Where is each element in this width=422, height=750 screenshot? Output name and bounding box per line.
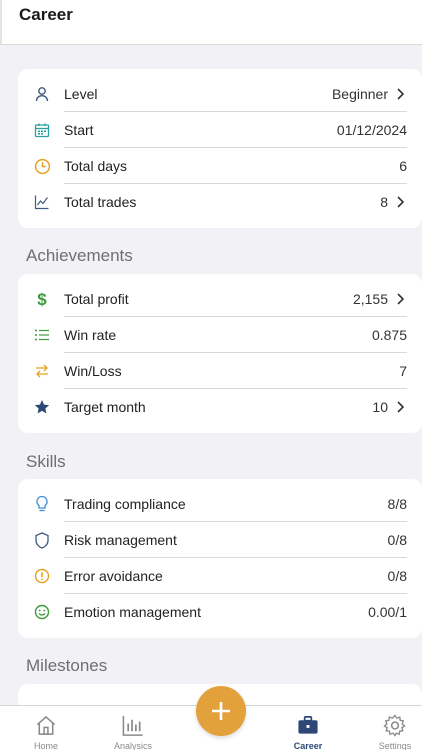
smile-icon xyxy=(33,603,51,621)
risk-management-row: Risk management 0/8 xyxy=(18,522,422,558)
target-month-label: Target month xyxy=(64,399,146,415)
total-profit-label: Total profit xyxy=(64,291,129,307)
achievements-heading: Achievements xyxy=(26,246,133,265)
alert-icon xyxy=(33,567,51,585)
skills-card: Trading compliance 8/8 Risk management 0… xyxy=(18,479,422,638)
nav-career[interactable]: Career xyxy=(273,706,343,750)
clock-icon xyxy=(33,157,51,175)
total-days-label: Total days xyxy=(64,158,128,174)
emotion-management-row: Emotion management 0.00/1 xyxy=(18,594,422,630)
dollar-icon: $ xyxy=(33,290,51,308)
nav-career-label: Career xyxy=(293,741,323,750)
nav-settings-label: Settings xyxy=(378,741,412,750)
total-trades-value: 8 xyxy=(380,194,388,210)
total-days-value: 6 xyxy=(399,158,407,174)
chevron-right-icon xyxy=(397,88,405,100)
trading-compliance-value: 8/8 xyxy=(387,496,407,512)
error-avoidance-label: Error avoidance xyxy=(64,568,163,584)
level-label: Level xyxy=(64,86,98,102)
level-row[interactable]: Level Beginner xyxy=(18,76,422,112)
gear-icon xyxy=(383,714,406,737)
user-icon xyxy=(33,85,51,103)
start-row: Start 01/12/2024 xyxy=(18,112,422,148)
nav-home-label: Home xyxy=(33,741,58,750)
plus-icon xyxy=(212,702,230,720)
career-card: Level Beginner Start 01/12/2024 Total da… xyxy=(18,69,422,228)
start-label: Start xyxy=(64,122,94,138)
home-icon xyxy=(36,715,56,735)
chevron-right-icon xyxy=(397,401,405,413)
win-loss-value: 7 xyxy=(399,363,407,379)
chart-line-icon xyxy=(33,193,51,211)
total-profit-row[interactable]: $ Total profit 2,155 xyxy=(18,281,422,317)
total-trades-label: Total trades xyxy=(64,194,137,210)
milestones-heading: Milestones xyxy=(26,656,108,675)
risk-management-label: Risk management xyxy=(64,532,177,548)
star-icon xyxy=(33,398,51,416)
chevron-right-icon xyxy=(397,293,405,305)
win-loss-row: Win/Loss 7 xyxy=(18,353,422,389)
win-rate-row: Win rate 0.875 xyxy=(18,317,422,353)
briefcase-icon xyxy=(298,716,318,734)
analytics-icon xyxy=(122,715,143,736)
target-month-row[interactable]: Target month 10 xyxy=(18,389,422,425)
error-avoidance-value: 0/8 xyxy=(387,568,407,584)
start-value: 01/12/2024 xyxy=(336,122,407,138)
page-title: Career xyxy=(19,5,73,24)
list-icon xyxy=(33,326,51,344)
lightbulb-icon xyxy=(33,495,51,513)
shield-icon xyxy=(33,531,51,549)
emotion-management-label: Emotion management xyxy=(64,604,201,620)
add-button[interactable] xyxy=(196,686,246,736)
total-trades-row[interactable]: Total trades 8 xyxy=(18,184,422,220)
skills-heading: Skills xyxy=(26,452,66,471)
target-month-value: 10 xyxy=(372,399,388,415)
top-bar: Career xyxy=(0,0,422,45)
risk-management-value: 0/8 xyxy=(387,532,407,548)
achievements-card: $ Total profit 2,155 Win rate 0.875 Win/… xyxy=(18,274,422,433)
trading-compliance-row: Trading compliance 8/8 xyxy=(18,486,422,522)
svg-text:$: $ xyxy=(37,290,47,308)
chevron-right-icon xyxy=(397,196,405,208)
nav-analytics[interactable]: Analysics xyxy=(98,706,168,750)
win-loss-label: Win/Loss xyxy=(64,363,122,379)
error-avoidance-row: Error avoidance 0/8 xyxy=(18,558,422,594)
nav-analytics-label: Analysics xyxy=(113,741,152,750)
win-rate-value: 0.875 xyxy=(371,327,407,343)
total-profit-value: 2,155 xyxy=(352,291,388,307)
level-value: Beginner xyxy=(331,86,388,102)
total-days-row: Total days 6 xyxy=(18,148,422,184)
win-rate-label: Win rate xyxy=(64,327,117,343)
trading-compliance-label: Trading compliance xyxy=(64,496,186,512)
calendar-icon xyxy=(33,121,51,139)
emotion-management-value: 0.00/1 xyxy=(368,604,407,620)
swap-icon xyxy=(33,362,51,380)
nav-settings[interactable]: Settings xyxy=(360,706,422,750)
nav-home[interactable]: Home xyxy=(11,706,81,750)
